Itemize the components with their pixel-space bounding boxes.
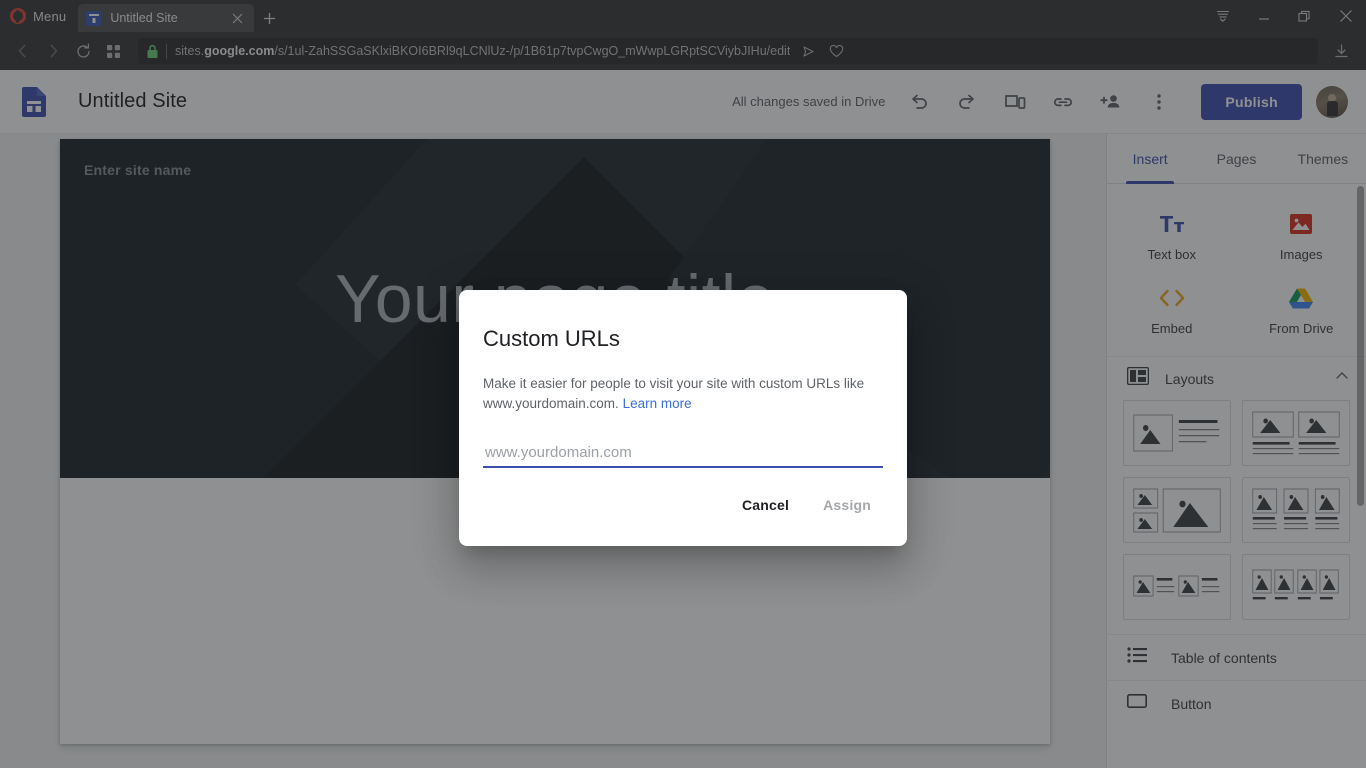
dialog-actions: Cancel Assign <box>483 488 883 522</box>
assign-button[interactable]: Assign <box>811 488 883 522</box>
custom-urls-dialog: Custom URLs Make it easier for people to… <box>459 290 907 546</box>
custom-url-input[interactable] <box>483 438 883 468</box>
dialog-description: Make it easier for people to visit your … <box>483 374 883 414</box>
dialog-title: Custom URLs <box>483 326 620 351</box>
app-root: Menu Untitled Site <box>0 0 1366 768</box>
dialog-input-wrapper <box>483 438 883 468</box>
cancel-button[interactable]: Cancel <box>730 488 801 522</box>
learn-more-link[interactable]: Learn more <box>623 396 692 411</box>
